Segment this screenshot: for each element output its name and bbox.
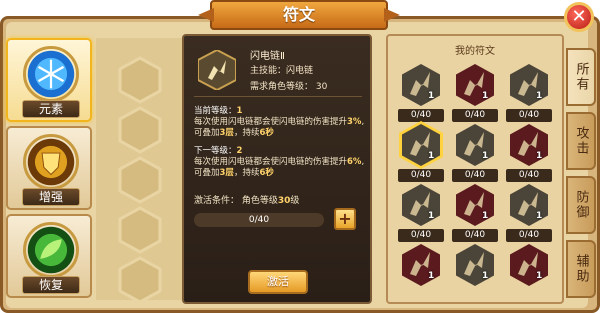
desc-percent: 3% [347, 117, 362, 127]
rune-slot[interactable]: 1 0/40 [506, 124, 552, 184]
rune-count: 1 [428, 211, 435, 221]
rune-count: 1 [482, 151, 489, 161]
golden-shield-icon [23, 134, 79, 190]
condition-text: 激活条件： 角色等级 [194, 196, 278, 206]
current-level-label: 当前等级： [194, 106, 237, 116]
rune-slot[interactable]: 1 [506, 244, 552, 304]
rune-count: 1 [536, 91, 543, 101]
my-runes-title: 我的符文 [455, 46, 495, 57]
next-level-block: 下一等级：2 每次使用闪电链都会使闪电链的伤害提升6%,可叠加3层，持续6秒 [194, 146, 368, 179]
close-button[interactable]: ✕ [564, 2, 594, 32]
rune-level: 0/40 [398, 229, 444, 242]
rune-slot[interactable]: 1 0/40 [452, 124, 498, 184]
rune-lightning-icon [456, 64, 494, 106]
rune-level: 0/40 [398, 169, 444, 182]
rune-main-skill: 主技能：闪电链 [250, 66, 314, 76]
lightning-dragon-icon [197, 48, 237, 92]
rune-count: 1 [536, 271, 543, 281]
next-level-desc: 每次使用闪电链都会使闪电链的伤害提升6%,可叠加3层，持续6秒 [194, 157, 368, 179]
rune-lightning-icon [510, 184, 548, 226]
rune-lightning-icon [402, 184, 440, 226]
rune-count: 1 [428, 91, 435, 101]
rune-lightning-icon [456, 124, 494, 166]
desc-text: 每次使用闪电链都会使闪电链的伤害提升 [194, 117, 348, 127]
activate-button[interactable]: 激活 [248, 270, 308, 294]
rune-name: 闪电链Ⅱ [250, 51, 285, 62]
rune-count: 1 [482, 211, 489, 221]
activate-condition: 激活条件： 角色等级30级 [194, 193, 299, 206]
desc-duration: 6秒 [259, 168, 274, 178]
rune-slot[interactable]: 1 0/40 [398, 184, 444, 244]
rune-level: 0/40 [506, 109, 552, 122]
rune-slot[interactable]: 1 0/40 [398, 124, 444, 184]
desc-duration: 6秒 [259, 128, 274, 138]
desc-stack: 3层 [219, 128, 234, 138]
rune-count: 1 [536, 211, 543, 221]
category-label: 元素 [22, 100, 80, 118]
next-level-label: 下一等级： [194, 146, 237, 156]
current-level-value: 1 [236, 106, 243, 116]
add-button[interactable]: + [334, 208, 356, 230]
category-list: 元素 增强 恢复 [6, 38, 92, 300]
rune-lightning-icon [510, 244, 548, 286]
my-runes-panel: 我的符文 1 0/40 1 0/40 1 0/40 1 0/40 1 0/40 1 0/40 1 0/40… [386, 34, 564, 304]
rune-level: 0/40 [398, 109, 444, 122]
category-label: 增强 [22, 188, 80, 206]
rune-level: 0/40 [452, 109, 498, 122]
rune-lightning-icon [510, 64, 548, 106]
rune-lightning-icon [456, 244, 494, 286]
category-element[interactable]: 元素 [6, 38, 92, 122]
rune-lightning-icon [402, 64, 440, 106]
snowflake-icon [23, 46, 79, 102]
rune-slot[interactable]: 1 [398, 244, 444, 304]
category-restore[interactable]: 恢复 [6, 214, 92, 298]
rune-count: 1 [482, 271, 489, 281]
tab-3[interactable]: 辅助 [566, 240, 596, 298]
rune-count: 1 [428, 271, 435, 281]
tab-1[interactable]: 攻击 [566, 112, 596, 170]
desc-text: ，持续 [233, 128, 260, 138]
rune-slot[interactable]: 1 0/40 [452, 64, 498, 124]
category-label: 恢复 [22, 276, 80, 294]
current-level-block: 当前等级：1 每次使用闪电链都会使闪电链的伤害提升3%,可叠加3层，持续6秒 [194, 106, 368, 139]
divider [194, 96, 362, 97]
rune-slot[interactable]: 1 0/40 [506, 184, 552, 244]
rune-level: 0/40 [452, 169, 498, 182]
rune-count: 1 [482, 91, 489, 101]
desc-percent: 6% [347, 157, 362, 167]
category-enhance[interactable]: 增强 [6, 126, 92, 210]
rune-count: 1 [428, 151, 435, 161]
rune-lightning-icon [510, 124, 548, 166]
condition-level: 30 [277, 196, 291, 206]
rune-slot[interactable]: 1 0/40 [398, 64, 444, 124]
rune-slot[interactable]: 1 0/40 [506, 64, 552, 124]
tab-2[interactable]: 防御 [566, 176, 596, 234]
hex-pattern-background [96, 38, 184, 304]
rune-level: 0/40 [506, 229, 552, 242]
current-level-desc: 每次使用闪电链都会使闪电链的伤害提升3%,可叠加3层，持续6秒 [194, 117, 368, 139]
rune-lightning-icon [402, 124, 440, 166]
rune-level: 0/40 [506, 169, 552, 182]
rune-slot[interactable]: 1 0/40 [452, 184, 498, 244]
desc-text: 每次使用闪电链都会使闪电链的伤害提升 [194, 157, 348, 167]
desc-stack: 3层 [219, 168, 234, 178]
condition-text: 级 [290, 196, 300, 206]
desc-text: ，持续 [233, 168, 260, 178]
rune-lightning-icon [402, 244, 440, 286]
rune-required-level: 需求角色等级： 30 [250, 82, 328, 92]
rune-slot[interactable]: 1 [452, 244, 498, 304]
rune-count: 1 [536, 151, 543, 161]
tab-0[interactable]: 所有 [566, 48, 596, 106]
next-level-value: 2 [236, 146, 243, 156]
rune-detail-panel: 闪电链Ⅱ 主技能：闪电链 需求角色等级： 30 当前等级：1 每次使用闪电链都会… [182, 34, 372, 304]
window-title: 符文 [210, 0, 388, 30]
rune-level: 0/40 [452, 229, 498, 242]
green-leaf-icon [23, 222, 79, 278]
progress-text: 0/40 [248, 215, 270, 225]
rune-lightning-icon [456, 184, 494, 226]
